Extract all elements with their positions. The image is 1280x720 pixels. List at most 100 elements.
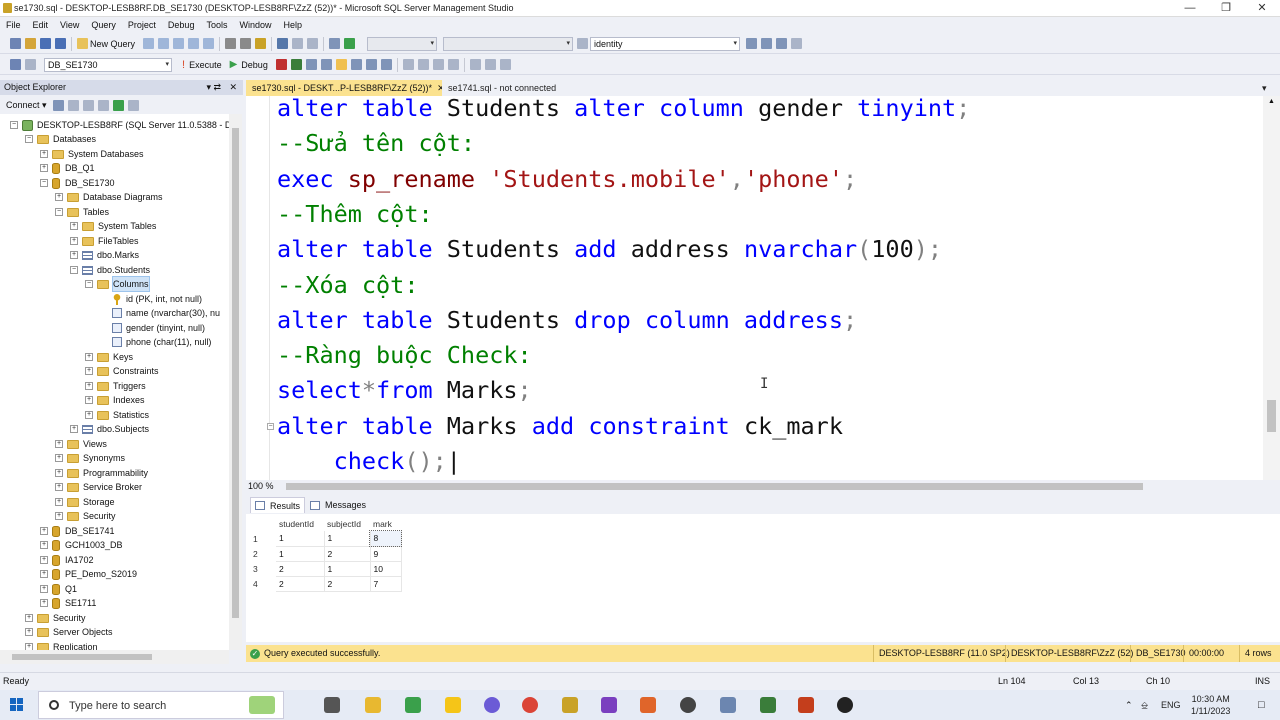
- tree-dbo-marks[interactable]: + dbo.Marks: [70, 248, 139, 262]
- tree-replication[interactable]: + Replication: [25, 640, 98, 650]
- parse-icon[interactable]: [290, 59, 302, 70]
- collapse-toggle[interactable]: −: [267, 423, 274, 430]
- tree-indexes[interactable]: + Indexes: [85, 393, 145, 407]
- change-connection-icon[interactable]: [25, 59, 36, 70]
- file-explorer-icon[interactable]: [365, 697, 381, 713]
- cancel-query-icon[interactable]: [275, 59, 287, 70]
- tree-column-id[interactable]: id (PK, int, not null): [100, 292, 202, 306]
- chrome-icon[interactable]: [522, 697, 538, 713]
- save-all-icon[interactable]: [55, 38, 66, 49]
- obs-icon[interactable]: [837, 697, 853, 713]
- undo-icon[interactable]: [277, 38, 289, 49]
- copy-icon[interactable]: [240, 38, 252, 49]
- windows-start-icon[interactable]: [10, 698, 24, 712]
- taskbar-clock[interactable]: 10:30 AM 1/11/2023: [1191, 693, 1230, 717]
- tree-synonyms[interactable]: + Synonyms: [55, 451, 125, 465]
- tree-programmability[interactable]: + Programmability: [55, 466, 148, 480]
- database-combo[interactable]: DB_SE1730 ▾: [44, 57, 172, 72]
- results-to-text-icon[interactable]: [402, 59, 414, 70]
- mdx-query-icon[interactable]: [173, 38, 185, 49]
- tree-db-q1-2[interactable]: + Q1: [40, 582, 77, 596]
- new-query-icon[interactable]: [77, 38, 88, 49]
- activity-icon[interactable]: [127, 99, 139, 111]
- new-query-button[interactable]: New Query: [90, 39, 135, 49]
- tree-statistics[interactable]: + Statistics: [85, 408, 149, 422]
- notifications-icon[interactable]: □: [1258, 699, 1265, 711]
- sublime-icon[interactable]: [640, 697, 656, 713]
- results-to-grid-icon[interactable]: [335, 59, 347, 70]
- tray-chevron-icon[interactable]: ⌃: [1125, 700, 1133, 711]
- uncomment-icon[interactable]: [447, 59, 459, 70]
- tree-column-name[interactable]: name (nvarchar(30), nu: [100, 306, 220, 320]
- object-explorer-hscroll[interactable]: [0, 650, 229, 664]
- properties-icon[interactable]: [761, 38, 773, 49]
- menu-help[interactable]: Help: [283, 20, 302, 30]
- save-icon[interactable]: [40, 38, 51, 49]
- tab-messages[interactable]: Messages: [306, 497, 370, 513]
- remote-icon[interactable]: [720, 697, 736, 713]
- redo-icon[interactable]: [292, 38, 304, 49]
- object-explorer-vscroll[interactable]: [229, 114, 242, 650]
- tree-constraints[interactable]: + Constraints: [85, 364, 159, 378]
- tree-keys[interactable]: + Keys: [85, 350, 133, 364]
- open-file-icon[interactable]: [25, 38, 36, 49]
- tree-db-pe-demo[interactable]: + PE_Demo_S2019: [40, 567, 137, 581]
- filter-icon[interactable]: [97, 99, 109, 111]
- start-debug-icon[interactable]: [344, 38, 356, 49]
- solution-explorer-icon[interactable]: [746, 38, 758, 49]
- stop-icon[interactable]: [82, 99, 94, 111]
- query-designer-icon[interactable]: [320, 59, 332, 70]
- powerpoint-icon[interactable]: [798, 697, 814, 713]
- tree-databases[interactable]: − Databases: [25, 132, 96, 146]
- menu-tools[interactable]: Tools: [206, 20, 227, 30]
- navigate-icon[interactable]: [307, 38, 319, 49]
- menu-window[interactable]: Window: [239, 20, 271, 30]
- tree-service-broker[interactable]: + Service Broker: [55, 480, 142, 494]
- task-view-icon[interactable]: [324, 697, 340, 713]
- toolbox-icon[interactable]: [776, 38, 788, 49]
- disconnect-icon[interactable]: [67, 99, 79, 111]
- close-panel-icon[interactable]: ✕: [229, 80, 237, 95]
- editor-hscroll[interactable]: 100 %: [246, 480, 1280, 492]
- tab-overflow-icon[interactable]: ▾: [1256, 80, 1273, 96]
- refresh-icon[interactable]: [112, 99, 124, 111]
- column-header[interactable]: studentId: [276, 516, 324, 531]
- ssms-taskbar-icon[interactable]: [562, 697, 578, 713]
- editor-vscroll[interactable]: ▲: [1263, 96, 1280, 480]
- connect-dropdown[interactable]: Connect ▾: [6, 100, 47, 111]
- tree-filetables[interactable]: + FileTables: [70, 234, 139, 248]
- debug-icon[interactable]: ▶: [230, 59, 238, 70]
- tree-dbo-students[interactable]: − dbo.Students: [70, 263, 150, 277]
- increase-indent-icon[interactable]: [484, 59, 496, 70]
- app-icon[interactable]: [760, 697, 776, 713]
- find-combo[interactable]: identity ▾: [590, 36, 741, 51]
- store-icon[interactable]: [405, 697, 421, 713]
- menu-query[interactable]: Query: [91, 20, 116, 30]
- input-language[interactable]: ENG: [1161, 700, 1181, 710]
- tree-server-security[interactable]: + Security: [25, 611, 86, 625]
- analysis-query-icon[interactable]: [158, 38, 170, 49]
- execute-icon[interactable]: !: [182, 59, 185, 71]
- tree-column-gender[interactable]: gender (tinyint, null): [100, 321, 205, 335]
- visual-studio-icon[interactable]: [601, 697, 617, 713]
- intellisense-icon[interactable]: [350, 59, 362, 70]
- tree-db-gch1003[interactable]: + GCH1003_DB: [40, 538, 123, 552]
- sticky-notes-icon[interactable]: [445, 697, 461, 713]
- results-to-file-icon[interactable]: [417, 59, 429, 70]
- messenger-icon[interactable]: [484, 697, 500, 713]
- tree-db-q1[interactable]: + DB_Q1: [40, 161, 95, 175]
- tree-db-se1711[interactable]: + SE1711: [40, 596, 96, 610]
- execute-button[interactable]: Execute: [189, 60, 222, 70]
- decrease-indent-icon[interactable]: [469, 59, 481, 70]
- tree-system-tables[interactable]: + System Tables: [70, 219, 156, 233]
- minimize-icon[interactable]: —: [1180, 1, 1200, 15]
- taskbar-search-box[interactable]: Type here to search: [38, 691, 284, 719]
- db-engine-query-icon[interactable]: [143, 38, 155, 49]
- menu-edit[interactable]: Edit: [33, 20, 49, 30]
- tree-storage[interactable]: + Storage: [55, 495, 115, 509]
- comment-icon[interactable]: [432, 59, 444, 70]
- tree-dbo-subjects[interactable]: + dbo.Subjects: [70, 422, 149, 436]
- specify-values-icon[interactable]: [499, 59, 511, 70]
- cut-icon[interactable]: [225, 38, 237, 49]
- menu-debug[interactable]: Debug: [168, 20, 195, 30]
